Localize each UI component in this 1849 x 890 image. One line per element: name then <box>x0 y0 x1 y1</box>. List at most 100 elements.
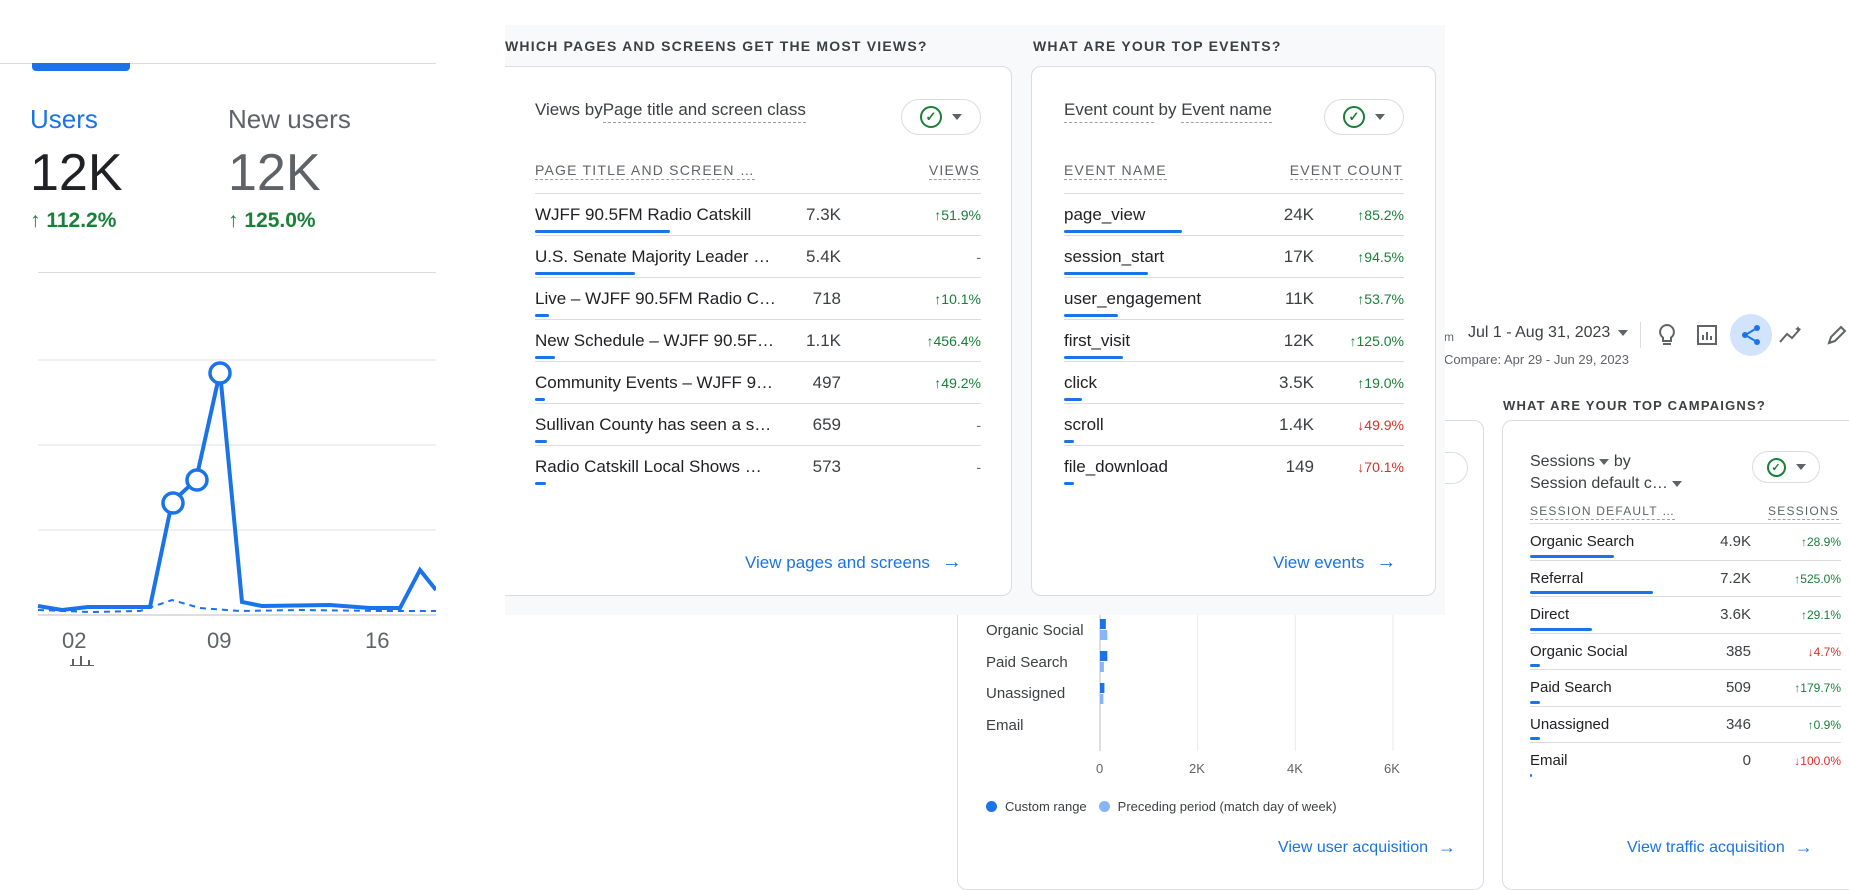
row-change: - <box>976 417 981 433</box>
row-value: 24K <box>1283 205 1314 224</box>
row-share-bar <box>535 272 635 275</box>
chevron-down-icon <box>1672 480 1683 487</box>
events-section-heading: WHAT ARE YOUR TOP EVENTS? <box>1033 38 1282 54</box>
table-row[interactable]: U.S. Senate Majority Leader … 5.4K - <box>535 235 981 277</box>
table-row[interactable]: Email 0 ↓100.0% <box>1530 742 1841 779</box>
chart-legend: Custom range Preceding period (match day… <box>986 799 1337 814</box>
metric-users-value: 12K <box>30 144 123 202</box>
campaigns-filter-chip[interactable]: ✓ <box>1752 451 1820 483</box>
row-share-bar <box>535 230 670 233</box>
row-share-bar <box>1530 773 1532 777</box>
row-change-value: 10.1% <box>941 291 981 307</box>
events-filter-chip[interactable]: ✓ <box>1324 99 1404 135</box>
dimension-selector[interactable]: Page title and screen class <box>602 100 806 123</box>
table-row[interactable]: WJFF 90.5FM Radio Catskill 7.3K ↑51.9% <box>535 193 981 235</box>
column-header-name[interactable]: EVENT NAME <box>1064 162 1167 180</box>
metric-selector[interactable]: Event count <box>1064 100 1154 123</box>
table-row[interactable]: Community Events – WJFF 9… 497 ↑49.2% <box>535 361 981 403</box>
table-row[interactable]: click 3.5K ↑19.0% <box>1064 361 1404 403</box>
bar-current <box>1100 651 1108 661</box>
row-change: ↑179.7% <box>1794 681 1841 695</box>
row-share-bar <box>1530 664 1540 667</box>
table-row[interactable]: Referral 7.2K ↑525.0% <box>1530 559 1841 597</box>
table-row[interactable]: Direct 3.6K ↑29.1% <box>1530 596 1841 633</box>
link-text: View traffic acquisition <box>1627 838 1785 856</box>
column-header-value[interactable]: EVENT COUNT <box>1289 162 1403 180</box>
row-change: ↑94.5% <box>1357 249 1404 265</box>
row-share-bar <box>1530 554 1614 558</box>
pages-filter-chip[interactable]: ✓ <box>901 99 981 135</box>
column-header-value[interactable]: VIEWS <box>928 162 980 180</box>
metric-users-change: 112.2% <box>46 209 117 232</box>
row-value: 346 <box>1725 715 1751 733</box>
events-table: page_view 24K ↑85.2% session_start 17K ↑94.5%… <box>1064 193 1404 493</box>
metric-new-users-value: 12K <box>228 144 321 202</box>
chevron-down-icon <box>1618 330 1629 336</box>
table-row[interactable]: Radio Catskill Local Shows … 573 - <box>535 445 981 487</box>
events-card: Event count by Event name ✓ EVENT NAME E… <box>1031 66 1436 596</box>
x-tick-label: 6K <box>1384 761 1400 776</box>
row-change: ↑10.1% <box>934 291 981 307</box>
table-row[interactable]: scroll 1.4K ↓49.9% <box>1064 403 1404 445</box>
table-row[interactable]: Sullivan County has seen a s… 659 - <box>535 403 981 445</box>
row-change: ↓49.9% <box>1357 417 1404 433</box>
row-change-value: 49.2% <box>941 375 981 391</box>
row-change: ↑125.0% <box>1350 333 1404 349</box>
metric-users[interactable]: Users 12K ↑ 112.2% <box>30 104 123 233</box>
row-name: New Schedule – WJFF 90.5F… <box>535 331 775 350</box>
view-traffic-acquisition-link[interactable]: View traffic acquisition → <box>1627 837 1813 858</box>
row-name: page_view <box>1064 205 1146 224</box>
pages-table: WJFF 90.5FM Radio Catskill 7.3K ↑51.9% U.S.… <box>535 193 981 493</box>
campaigns-section-heading: WHAT ARE YOUR TOP CAMPAIGNS? <box>1503 398 1767 413</box>
check-circle-icon: ✓ <box>920 106 942 128</box>
view-events-link[interactable]: View events → <box>1273 551 1396 574</box>
lightbulb-icon[interactable] <box>1652 320 1682 350</box>
table-row[interactable]: first_visit 12K ↑125.0% <box>1064 319 1404 361</box>
bar-previous <box>1100 630 1108 640</box>
metric-new-users[interactable]: New users 12K ↑ 125.0% <box>228 104 351 233</box>
table-row[interactable]: Organic Search 4.9K ↑28.9% <box>1530 523 1841 560</box>
dimension-selector[interactable]: Event name <box>1181 100 1272 123</box>
bar-current <box>1100 683 1105 693</box>
row-change-value: 100.0% <box>1800 754 1841 768</box>
row-change-value: 0.9% <box>1813 717 1841 732</box>
chevron-down-icon <box>1795 464 1806 470</box>
view-pages-link[interactable]: View pages and screens → <box>745 551 962 574</box>
row-change: - <box>976 249 981 265</box>
table-row[interactable]: session_start 17K ↑94.5% <box>1064 235 1404 277</box>
share-button[interactable] <box>1730 314 1772 356</box>
chevron-down-icon <box>952 114 962 120</box>
row-value: 0 <box>1742 752 1751 769</box>
column-header-name[interactable]: SESSION DEFAULT … <box>1530 504 1676 520</box>
table-row[interactable]: Live – WJFF 90.5FM Radio C… 718 ↑10.1% <box>535 277 981 319</box>
row-share-bar <box>1530 737 1540 740</box>
row-change-value: 525.0% <box>1800 571 1841 586</box>
table-row[interactable]: Paid Search 509 ↑179.7% <box>1530 669 1841 706</box>
column-header-name[interactable]: PAGE TITLE AND SCREEN … <box>535 162 756 180</box>
edit-pencil-icon[interactable] <box>1822 320 1849 350</box>
row-change: ↑456.4% <box>927 333 981 349</box>
compare-text: Compare: Apr 29 - Jun 29, 2023 <box>1444 352 1630 367</box>
metric-selector[interactable]: Sessions <box>1530 453 1595 470</box>
x-tick-label: 4K <box>1287 761 1303 776</box>
table-row[interactable]: user_engagement 11K ↑53.7% <box>1064 277 1404 319</box>
table-row[interactable]: Unassigned 346 ↑0.9% <box>1530 705 1841 743</box>
metric-selector[interactable]: Views by <box>535 100 603 122</box>
card-title[interactable]: Sessions by Session default c… <box>1530 451 1683 495</box>
table-row[interactable]: page_view 24K ↑85.2% <box>1064 193 1404 235</box>
table-row[interactable]: Organic Social 385 ↓4.7% <box>1530 632 1841 670</box>
dimension-selector[interactable]: Session default c… <box>1530 475 1668 492</box>
date-range-selector[interactable]: Jul 1 - Aug 31, 2023 <box>1468 324 1629 342</box>
table-row[interactable]: New Schedule – WJFF 90.5F… 1.1K ↑456.4% <box>535 319 981 361</box>
table-row[interactable]: file_download 149 ↓70.1% <box>1064 445 1404 487</box>
column-header-value[interactable]: SESSIONS <box>1768 504 1839 520</box>
row-value: 718 <box>812 289 841 308</box>
row-value: 3.5K <box>1279 373 1314 392</box>
acquisition-bar-chart <box>1099 601 1394 751</box>
insights-icon[interactable] <box>1776 320 1806 350</box>
view-user-acquisition-link[interactable]: View user acquisition → <box>1278 837 1456 858</box>
row-name: Live – WJFF 90.5FM Radio C… <box>535 289 776 308</box>
row-change-value: - <box>976 249 981 265</box>
customize-report-icon[interactable] <box>1692 320 1722 350</box>
pages-card: Views by Page title and screen class ✓ P… <box>505 66 1012 596</box>
